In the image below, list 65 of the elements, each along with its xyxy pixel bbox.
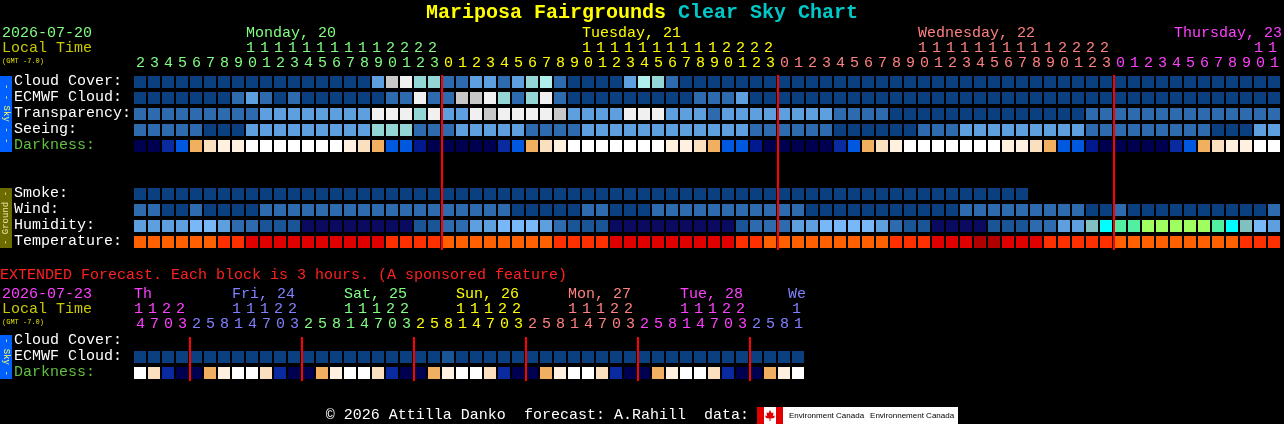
chart-subtitle: Clear Sky Chart xyxy=(678,1,859,25)
date-label: 2026-07-20 xyxy=(2,26,92,41)
hour-digits: 012345678901234567890123 xyxy=(443,56,781,71)
row-label: Humidity: xyxy=(13,218,96,234)
row-label: Smoke: xyxy=(13,186,69,202)
hour-digits: 25814703 xyxy=(527,317,640,332)
midnight-line xyxy=(301,337,303,381)
day-label: Thursday, 23 xyxy=(1173,26,1282,41)
day-label: Monday, 20 xyxy=(246,26,337,41)
hour-tens-digits: 11122 xyxy=(455,302,526,317)
hour-tens-digits: 11 xyxy=(1253,41,1282,56)
hour-tens-digits: 11111111112222 xyxy=(580,41,778,56)
row-label: ECMWF Cloud: xyxy=(13,349,124,365)
hour-tens-digits: 11122 xyxy=(679,302,750,317)
row-label: ECMWF Cloud: xyxy=(13,90,124,106)
row-label: Cloud Cover: xyxy=(13,74,124,90)
row-label: Seeing: xyxy=(13,122,78,138)
hour-tens-digits: 11122 xyxy=(567,302,638,317)
row-label: Darkness: xyxy=(13,138,96,154)
day-label: Mon, 27 xyxy=(568,287,632,302)
day-label: Sat, 25 xyxy=(344,287,408,302)
ground-band-label: - Ground - xyxy=(1,191,11,245)
day-label: Tuesday, 21 xyxy=(582,26,683,41)
midnight-line xyxy=(637,337,639,381)
row-label: Transparency: xyxy=(13,106,133,122)
hour-digits: 012345678901234567890123 xyxy=(779,56,1117,71)
sky-band-label: - Sky - xyxy=(1,338,11,376)
hour-digits: 25814703 xyxy=(303,317,416,332)
day-label: Tue, 28 xyxy=(680,287,744,302)
local-time-label: Local Time xyxy=(2,41,92,56)
midnight-line xyxy=(749,337,751,381)
day-label: Fri, 24 xyxy=(232,287,296,302)
hour-digits: 012345678901 xyxy=(1115,56,1284,71)
midnight-line xyxy=(189,337,191,381)
logo-text: Environment Canada xyxy=(788,410,865,422)
hour-tens-digits: 1 xyxy=(791,302,806,317)
chart-title: Mariposa Fairgrounds xyxy=(425,1,666,25)
day-label: We xyxy=(788,287,806,302)
midnight-line xyxy=(525,337,527,381)
hour-digits: 2581 xyxy=(751,317,808,332)
row-label: Wind: xyxy=(13,202,60,218)
local-time-label: Local Time xyxy=(2,302,92,317)
logo-text: Environnement Canada xyxy=(870,410,955,422)
hour-tens-digits: 11111111112222 xyxy=(916,41,1114,56)
hour-tens-digits: 11111111112222 xyxy=(244,41,442,56)
hour-tens-digits: 11122 xyxy=(343,302,414,317)
hour-digits: 2345678901234567890123 xyxy=(135,56,445,71)
row-label: Temperature: xyxy=(13,234,124,250)
date-label: 2026-07-23 xyxy=(2,287,92,302)
midnight-line xyxy=(413,337,415,381)
hour-digits: 25814703 xyxy=(415,317,528,332)
hour-tens-digits: 1122 xyxy=(133,302,190,317)
hour-tens-digits: 11122 xyxy=(231,302,302,317)
extended-forecast-heading: EXTENDED Forecast. Each block is 3 hours. (A sponsored feature) xyxy=(0,268,569,284)
hour-digits: 4703 xyxy=(135,317,192,332)
row-label: Darkness: xyxy=(13,365,96,381)
hour-digits: 25814703 xyxy=(639,317,752,332)
day-label: Sun, 26 xyxy=(456,287,520,302)
hour-digits: 25814703 xyxy=(191,317,304,332)
maple-leaf-flag-icon xyxy=(756,407,783,424)
credit-text: © 2026 Attilla Danko forecast: A.Rahill data: xyxy=(325,407,749,424)
day-label: Wednesday, 22 xyxy=(918,26,1037,41)
day-label: Th xyxy=(134,287,153,302)
sky-band-label: - - Sky - - xyxy=(1,84,11,144)
row-label: Cloud Cover: xyxy=(13,333,124,349)
